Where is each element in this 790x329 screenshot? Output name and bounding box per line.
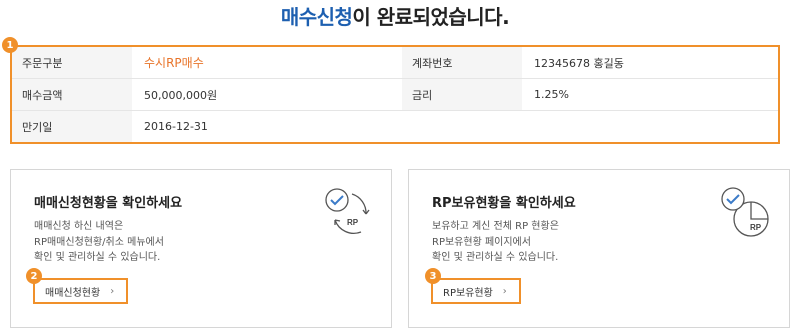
desc-line: 보유하고 계신 전체 RP 현황은: [432, 221, 559, 232]
step-badge-1: 1: [2, 37, 18, 53]
card-title: RP보유현황을 확인하세요: [432, 196, 576, 211]
value-rate: 1.25%: [534, 88, 569, 101]
label-order-type: 주문구분: [12, 47, 132, 78]
title-highlight: 매수신청: [280, 5, 353, 29]
label-account: 계좌번호: [402, 47, 522, 78]
title-rest: 이 완료되었습니다.: [352, 5, 510, 29]
chevron-right-icon: ›: [110, 285, 115, 297]
card-description: 매매신청 하신 내역은 RP매매신청현황/취소 메뉴에서 확인 및 관리하실 수…: [34, 219, 164, 266]
check-cycle-rp-icon: RP: [325, 188, 370, 234]
label-maturity: 만기일: [12, 111, 132, 142]
order-summary-table: 주문구분 수시RP매수 계좌번호 12345678 홍길동 매수금액 50,00…: [10, 45, 780, 144]
button-label: 매매신청현황: [45, 287, 101, 299]
card-description: 보유하고 계신 전체 RP 현황은 RP보유현황 페이지에서 확인 및 관리하실…: [432, 219, 559, 266]
card-title: 매매신청현황을 확인하세요: [34, 196, 183, 211]
chevron-right-icon: ›: [502, 285, 507, 297]
icon-rp-text: RP: [750, 223, 762, 232]
step-badge-2: 2: [26, 268, 42, 284]
label-rate: 금리: [402, 79, 522, 110]
icon-rp-text: RP: [347, 218, 359, 227]
desc-line: RP보유현황 페이지에서: [432, 236, 531, 248]
trade-status-button[interactable]: 매매신청현황 ›: [33, 278, 129, 304]
value-amount: 50,000,000원: [144, 88, 218, 102]
value-order-type: 수시RP매수: [144, 56, 204, 70]
rp-holdings-button[interactable]: RP보유현황 ›: [431, 278, 521, 304]
trade-status-card: 매매신청현황을 확인하세요 매매신청 하신 내역은 RP매매신청현황/취소 메뉴…: [10, 169, 392, 328]
button-label: RP보유현황: [443, 287, 493, 299]
desc-line: 확인 및 관리하실 수 있습니다.: [34, 252, 161, 263]
summary-row: 매수금액 50,000,000원 금리 1.25%: [12, 79, 778, 111]
value-account: 12345678 홍길동: [534, 56, 624, 70]
check-pie-rp-icon: RP: [721, 187, 769, 237]
step-badge-3: 3: [425, 268, 441, 284]
rp-holdings-card: RP보유현황을 확인하세요 보유하고 계신 전체 RP 현황은 RP보유현황 페…: [408, 169, 790, 328]
desc-line: 매매신청 하신 내역은: [34, 221, 124, 232]
summary-row: 만기일 2016-12-31: [12, 111, 778, 142]
desc-line: RP매매신청현황/취소 메뉴에서: [34, 236, 164, 248]
value-maturity: 2016-12-31: [144, 120, 208, 133]
page-title: 매수신청이 완료되었습니다.: [0, 1, 790, 30]
summary-row: 주문구분 수시RP매수 계좌번호 12345678 홍길동: [12, 47, 778, 79]
label-amount: 매수금액: [12, 79, 132, 110]
desc-line: 확인 및 관리하실 수 있습니다.: [432, 252, 559, 263]
